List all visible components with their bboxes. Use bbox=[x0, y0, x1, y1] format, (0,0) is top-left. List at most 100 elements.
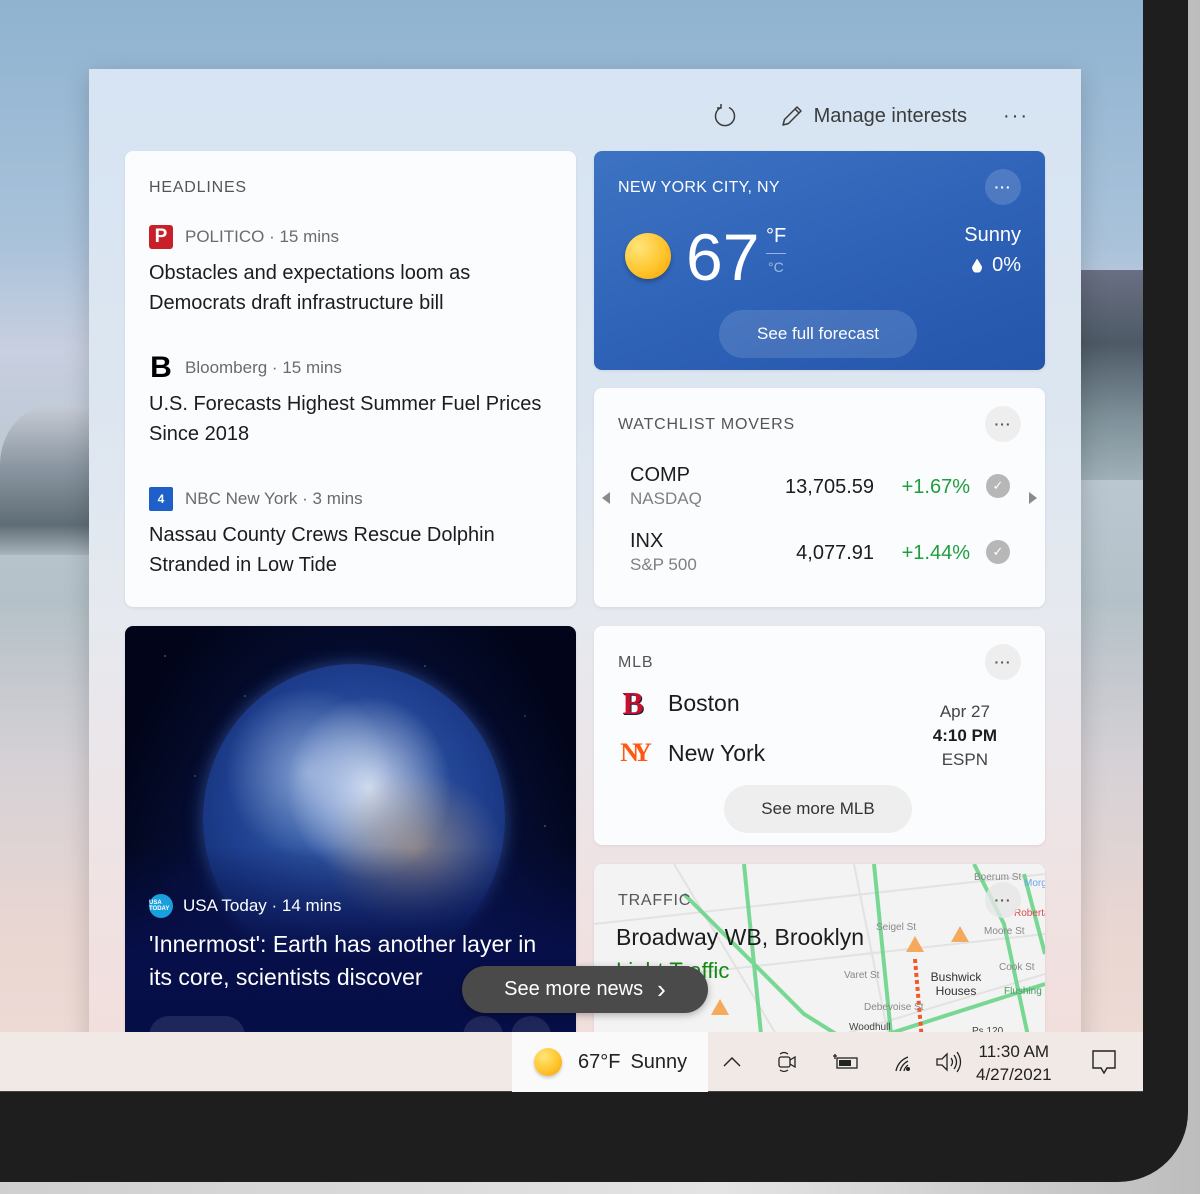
team-row[interactable]: B Boston bbox=[618, 684, 740, 721]
precipitation-value: 0% bbox=[992, 254, 1021, 276]
manage-interests-label: Manage interests bbox=[813, 104, 967, 127]
watchlist-title: WATCHLIST MOVERS bbox=[618, 416, 795, 433]
headline-item[interactable]: 4 NBC New York · 3 mins Nassau County Cr… bbox=[149, 486, 549, 580]
weather-temperature: 67 bbox=[686, 220, 760, 294]
usa-today-logo-icon: USA TODAY bbox=[149, 894, 173, 918]
traffic-more-options-button[interactable]: ··· bbox=[985, 882, 1021, 918]
headline-source: Bloomberg · 15 mins bbox=[185, 358, 342, 377]
watchlist-movers-card: WATCHLIST MOVERS ··· COMP NASDAQ 13,705.… bbox=[594, 388, 1045, 607]
map-label: Moore St bbox=[984, 926, 1025, 937]
game-network: ESPN bbox=[941, 750, 989, 769]
map-label: Varet St bbox=[844, 970, 880, 981]
headline-source-row: P POLITICO · 15 mins bbox=[149, 224, 549, 250]
stock-symbol: COMP bbox=[630, 464, 690, 486]
team-row[interactable]: NY New York bbox=[618, 736, 765, 770]
unit-fahrenheit[interactable]: °F bbox=[766, 225, 786, 248]
politico-logo-icon: P bbox=[149, 225, 173, 249]
raindrop-icon bbox=[972, 258, 983, 273]
weather-card[interactable]: NEW YORK CITY, NY ··· 67 °F °C Sunny 0% … bbox=[594, 151, 1045, 370]
volume-icon[interactable] bbox=[935, 1050, 963, 1074]
taskbar-clock[interactable]: 11:30 AM 4/27/2021 bbox=[976, 1040, 1052, 1086]
headline-title[interactable]: U.S. Forecasts Highest Summer Fuel Price… bbox=[149, 389, 549, 449]
story-source-row: USA TODAY USA Today · 14 mins bbox=[149, 894, 341, 918]
mlb-card: MLB ··· B Boston NY New York Apr 27 4:10… bbox=[594, 626, 1045, 845]
map-label: Bushwick Houses bbox=[930, 970, 982, 998]
taskbar: 67°F Sunny 11:30 AM 4/27/2021 bbox=[0, 1032, 1143, 1092]
map-label: Cook St bbox=[999, 962, 1035, 973]
headline-source-row: B Bloomberg · 15 mins bbox=[149, 351, 549, 384]
bloomberg-logo-icon: B bbox=[150, 351, 172, 384]
game-info: Apr 27 4:10 PM ESPN bbox=[933, 700, 997, 772]
stock-symbol: INX bbox=[630, 530, 664, 552]
traffic-road: Broadway WB, Brooklyn bbox=[616, 924, 864, 950]
checkmark-icon[interactable]: ✓ bbox=[986, 474, 1010, 498]
taskbar-weather-button[interactable]: 67°F Sunny bbox=[512, 1032, 708, 1092]
team-name: Boston bbox=[668, 689, 740, 716]
stock-price: 4,077.91 bbox=[796, 542, 874, 564]
watchlist-previous-arrow-icon[interactable] bbox=[602, 492, 610, 504]
stock-price: 13,705.59 bbox=[785, 476, 874, 498]
story-source: USA Today · 14 mins bbox=[183, 896, 342, 915]
unit-celsius[interactable]: °C bbox=[768, 259, 784, 275]
headline-title[interactable]: Obstacles and expectations loom as Democ… bbox=[149, 258, 549, 318]
game-date: Apr 27 bbox=[939, 702, 990, 721]
chevron-up-icon[interactable] bbox=[722, 1050, 742, 1074]
mets-logo-icon: NY bbox=[620, 738, 652, 767]
stock-name: NASDAQ bbox=[630, 489, 702, 508]
weather-more-options-button[interactable]: ··· bbox=[985, 169, 1021, 205]
taskbar-time: 11:30 AM bbox=[978, 1042, 1050, 1061]
traffic-title: TRAFFIC bbox=[618, 892, 692, 909]
battery-icon[interactable] bbox=[832, 1050, 860, 1074]
map-label: Roberta bbox=[1014, 908, 1045, 919]
headline-source: POLITICO · 15 mins bbox=[185, 227, 339, 246]
nbc-new-york-logo-icon: 4 bbox=[149, 487, 173, 511]
stock-change: +1.67% bbox=[901, 476, 970, 498]
refresh-icon bbox=[714, 104, 735, 127]
taskbar-date: 4/27/2021 bbox=[976, 1065, 1052, 1084]
taskbar-temperature: 67°F bbox=[578, 1050, 621, 1073]
game-time: 4:10 PM bbox=[932, 726, 997, 745]
sunny-icon bbox=[534, 1048, 562, 1076]
map-label: Seigel St bbox=[876, 922, 917, 933]
panel-more-options-button[interactable]: ··· bbox=[1001, 105, 1031, 128]
wallpaper-landscape-right bbox=[1080, 270, 1143, 480]
unit-divider bbox=[766, 253, 786, 254]
map-label: Morg bbox=[1024, 878, 1045, 889]
desktop-screen: Manage interests ··· HEADLINES P POLITIC… bbox=[0, 0, 1143, 1092]
stock-change: +1.44% bbox=[901, 542, 970, 564]
map-label: Boerum St bbox=[974, 872, 1022, 883]
team-name: New York bbox=[668, 739, 766, 766]
see-more-news-button[interactable]: See more news › bbox=[462, 966, 708, 1013]
see-more-mlb-button[interactable]: See more MLB bbox=[724, 785, 912, 833]
headline-item[interactable]: P POLITICO · 15 mins Obstacles and expec… bbox=[149, 224, 549, 318]
meet-now-icon[interactable] bbox=[776, 1050, 798, 1074]
checkmark-icon[interactable]: ✓ bbox=[986, 540, 1010, 564]
headline-item[interactable]: B Bloomberg · 15 mins U.S. Forecasts Hig… bbox=[149, 351, 549, 449]
weather-condition: Sunny bbox=[964, 224, 1021, 246]
headline-source-row: 4 NBC New York · 3 mins bbox=[149, 486, 549, 512]
map-label: Flushing bbox=[1004, 986, 1042, 997]
refresh-button[interactable] bbox=[710, 101, 740, 131]
notifications-icon[interactable] bbox=[1090, 1050, 1118, 1075]
red-sox-logo-icon: B bbox=[622, 684, 644, 721]
headline-title[interactable]: Nassau County Crews Rescue Dolphin Stran… bbox=[149, 520, 549, 580]
wifi-icon[interactable] bbox=[890, 1050, 914, 1074]
see-full-forecast-button[interactable]: See full forecast bbox=[719, 310, 917, 358]
stock-name: S&P 500 bbox=[630, 555, 697, 574]
chevron-right-icon: › bbox=[657, 974, 666, 1004]
headlines-title: HEADLINES bbox=[149, 179, 247, 196]
stock-row[interactable]: COMP NASDAQ 13,705.59 +1.67% ✓ bbox=[630, 464, 1010, 514]
pencil-icon bbox=[781, 106, 802, 126]
manage-interests-button[interactable]: Manage interests bbox=[780, 104, 967, 128]
stock-row[interactable]: INX S&P 500 4,077.91 +1.44% ✓ bbox=[630, 530, 1010, 580]
panel-header: Manage interests ··· bbox=[710, 99, 1031, 133]
weather-location: NEW YORK CITY, NY bbox=[618, 179, 780, 196]
watchlist-next-arrow-icon[interactable] bbox=[1029, 492, 1037, 504]
sunny-icon bbox=[625, 233, 671, 279]
watchlist-more-options-button[interactable]: ··· bbox=[985, 406, 1021, 442]
mlb-more-options-button[interactable]: ··· bbox=[985, 644, 1021, 680]
news-and-interests-flyout: Manage interests ··· HEADLINES P POLITIC… bbox=[89, 69, 1081, 1069]
precipitation: 0% bbox=[972, 254, 1021, 277]
taskbar-condition: Sunny bbox=[630, 1050, 688, 1073]
map-label: Debevoise St bbox=[864, 1002, 924, 1013]
